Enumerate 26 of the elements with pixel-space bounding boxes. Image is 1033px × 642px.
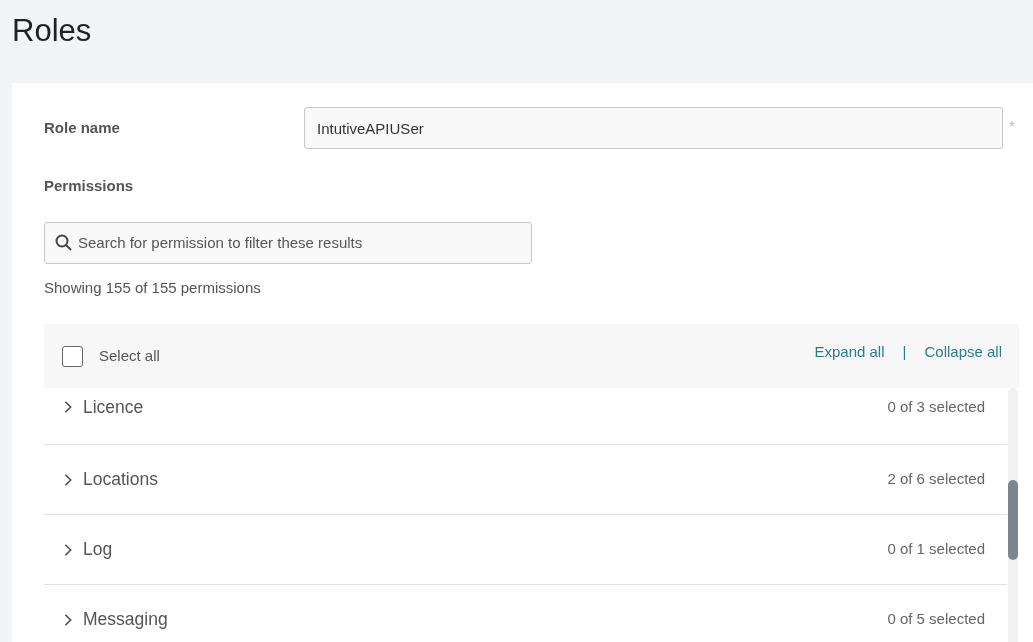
permission-group-row[interactable]: Licence 0 of 3 selected: [44, 388, 1007, 445]
page-title: Roles: [11, 12, 93, 50]
scrollbar[interactable]: [1008, 388, 1018, 642]
search-icon: [55, 233, 72, 251]
role-name-field[interactable]: IntutiveAPIUSer: [304, 107, 1003, 149]
section-label: Permissions: [44, 176, 135, 196]
field-label: Role name: [44, 117, 121, 138]
permission-group-row[interactable]: Messaging 0 of 5 selected: [44, 585, 1007, 642]
group-name: Locations: [83, 468, 158, 492]
separator: |: [902, 341, 907, 362]
select-all-checkbox[interactable]: [62, 345, 83, 367]
permission-group-row[interactable]: Locations 2 of 6 selected: [44, 445, 1007, 515]
selection-count: 0 of 5 selected: [887, 609, 985, 630]
group-name: Messaging: [83, 608, 168, 632]
selection-count: 2 of 6 selected: [887, 469, 985, 490]
group-name: Log: [83, 538, 113, 562]
required-mark: *: [1009, 116, 1015, 136]
search-field[interactable]: Search for permission to filter these results: [44, 221, 532, 264]
result-count: Showing 155 of 155 permissions: [44, 277, 262, 298]
checkbox-label: Select all: [99, 345, 160, 366]
expand-all-link[interactable]: Expand all: [814, 340, 885, 364]
selection-count: 0 of 3 selected: [887, 396, 985, 417]
permission-group-row[interactable]: Log 0 of 1 selected: [44, 515, 1007, 585]
selection-count: 0 of 1 selected: [887, 539, 985, 560]
collapse-all-link[interactable]: Collapse all: [924, 340, 1002, 364]
group-name: Licence: [83, 395, 144, 419]
